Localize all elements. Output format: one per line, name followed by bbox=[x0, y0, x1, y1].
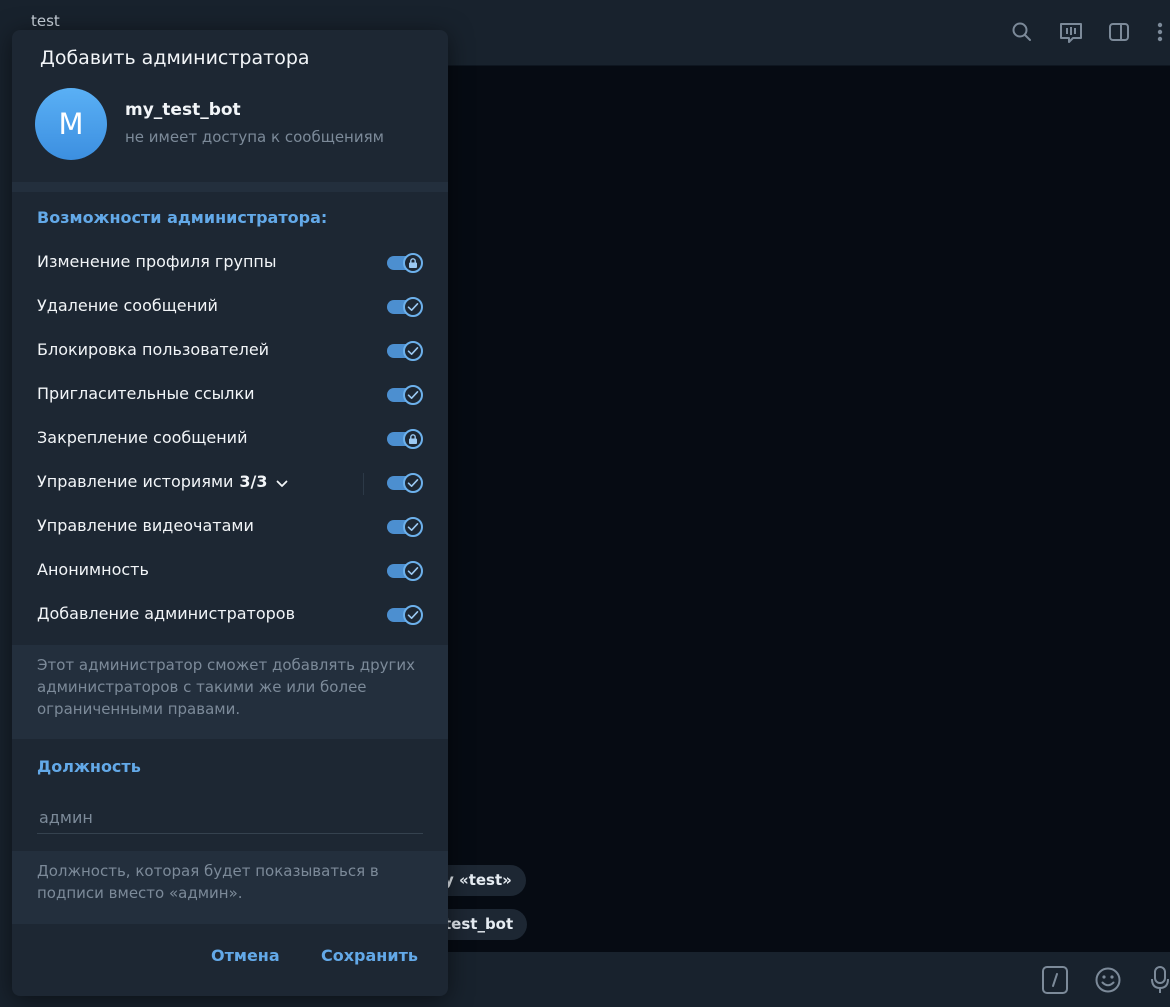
section-divider bbox=[12, 182, 448, 192]
lock-icon bbox=[409, 434, 417, 444]
check-icon bbox=[407, 391, 419, 399]
permission-row-add-admins[interactable]: Добавление администраторов bbox=[12, 593, 448, 637]
permission-row-anonymous[interactable]: Анонимность bbox=[12, 549, 448, 593]
permission-row-ban-users[interactable]: Блокировка пользователей bbox=[12, 329, 448, 373]
microphone-icon[interactable] bbox=[1150, 965, 1170, 999]
admins-note: Этот администратор сможет добавлять друг… bbox=[12, 645, 448, 739]
commands-icon[interactable] bbox=[1042, 966, 1068, 998]
admin-title-input[interactable] bbox=[37, 802, 423, 832]
permission-label: Блокировка пользователей bbox=[37, 340, 270, 359]
check-icon bbox=[407, 567, 419, 575]
lock-icon bbox=[409, 258, 417, 268]
permission-row-change-info[interactable]: Изменение профиля группы bbox=[12, 241, 448, 285]
permission-label: Изменение профиля группы bbox=[37, 252, 277, 271]
rights-header: Возможности администратора: bbox=[37, 208, 328, 227]
permission-toggle-locked[interactable] bbox=[387, 429, 423, 449]
permission-toggle[interactable] bbox=[387, 297, 423, 317]
permission-toggle[interactable] bbox=[387, 517, 423, 537]
permission-label: Управление видеочатами bbox=[37, 516, 254, 535]
permission-label: Закрепление сообщений bbox=[37, 428, 248, 447]
emoji-icon[interactable] bbox=[1094, 966, 1122, 998]
more-icon[interactable] bbox=[1152, 20, 1168, 46]
permission-row-invite-links[interactable]: Пригласительные ссылки bbox=[12, 373, 448, 417]
permission-row-pin-messages[interactable]: Закрепление сообщений bbox=[12, 417, 448, 461]
search-icon[interactable] bbox=[1010, 20, 1036, 46]
admin-title-field[interactable] bbox=[37, 802, 423, 834]
permission-label: Добавление администраторов bbox=[37, 604, 296, 623]
permission-toggle[interactable] bbox=[387, 561, 423, 581]
title-header: Должность bbox=[37, 757, 141, 776]
left-panel-edge bbox=[0, 0, 12, 1007]
sidebar-toggle-icon[interactable] bbox=[1107, 20, 1133, 46]
permission-toggle[interactable] bbox=[387, 473, 423, 493]
check-icon bbox=[407, 347, 419, 355]
permission-toggle[interactable] bbox=[387, 605, 423, 625]
dialog-title: Добавить администратора bbox=[40, 47, 310, 69]
permission-count: 3/3 bbox=[239, 472, 268, 491]
video-chat-icon[interactable] bbox=[1058, 20, 1084, 46]
permission-row-manage-video-chats[interactable]: Управление видеочатами bbox=[12, 505, 448, 549]
permission-label: Анонимность bbox=[37, 560, 149, 579]
permission-label-expandable[interactable]: Управление историями 3/3 bbox=[37, 472, 288, 492]
permission-toggle[interactable] bbox=[387, 385, 423, 405]
avatar: M bbox=[35, 88, 107, 160]
chevron-down-icon[interactable] bbox=[276, 473, 288, 492]
chat-title[interactable]: test bbox=[31, 12, 60, 30]
permission-label: Управление историями bbox=[37, 472, 234, 491]
title-note: Должность, которая будет показываться в … bbox=[12, 851, 448, 924]
permission-label: Удаление сообщений bbox=[37, 296, 218, 315]
check-icon bbox=[407, 611, 419, 619]
cancel-button[interactable]: Отмена bbox=[211, 946, 280, 965]
permission-toggle[interactable] bbox=[387, 341, 423, 361]
row-divider bbox=[363, 473, 364, 495]
permission-toggle-locked[interactable] bbox=[387, 253, 423, 273]
check-icon bbox=[407, 303, 419, 311]
check-icon bbox=[407, 523, 419, 531]
check-icon bbox=[407, 479, 419, 487]
bot-status: не имеет доступа к сообщениям bbox=[125, 128, 384, 146]
permission-row-manage-stories[interactable]: Управление историями 3/3 bbox=[12, 461, 448, 505]
permission-label: Пригласительные ссылки bbox=[37, 384, 255, 403]
permission-row-delete-messages[interactable]: Удаление сообщений bbox=[12, 285, 448, 329]
save-button[interactable]: Сохранить bbox=[321, 946, 418, 965]
bot-name: my_test_bot bbox=[125, 100, 241, 120]
add-admin-dialog: Добавить администратора M my_test_bot не… bbox=[12, 30, 448, 996]
